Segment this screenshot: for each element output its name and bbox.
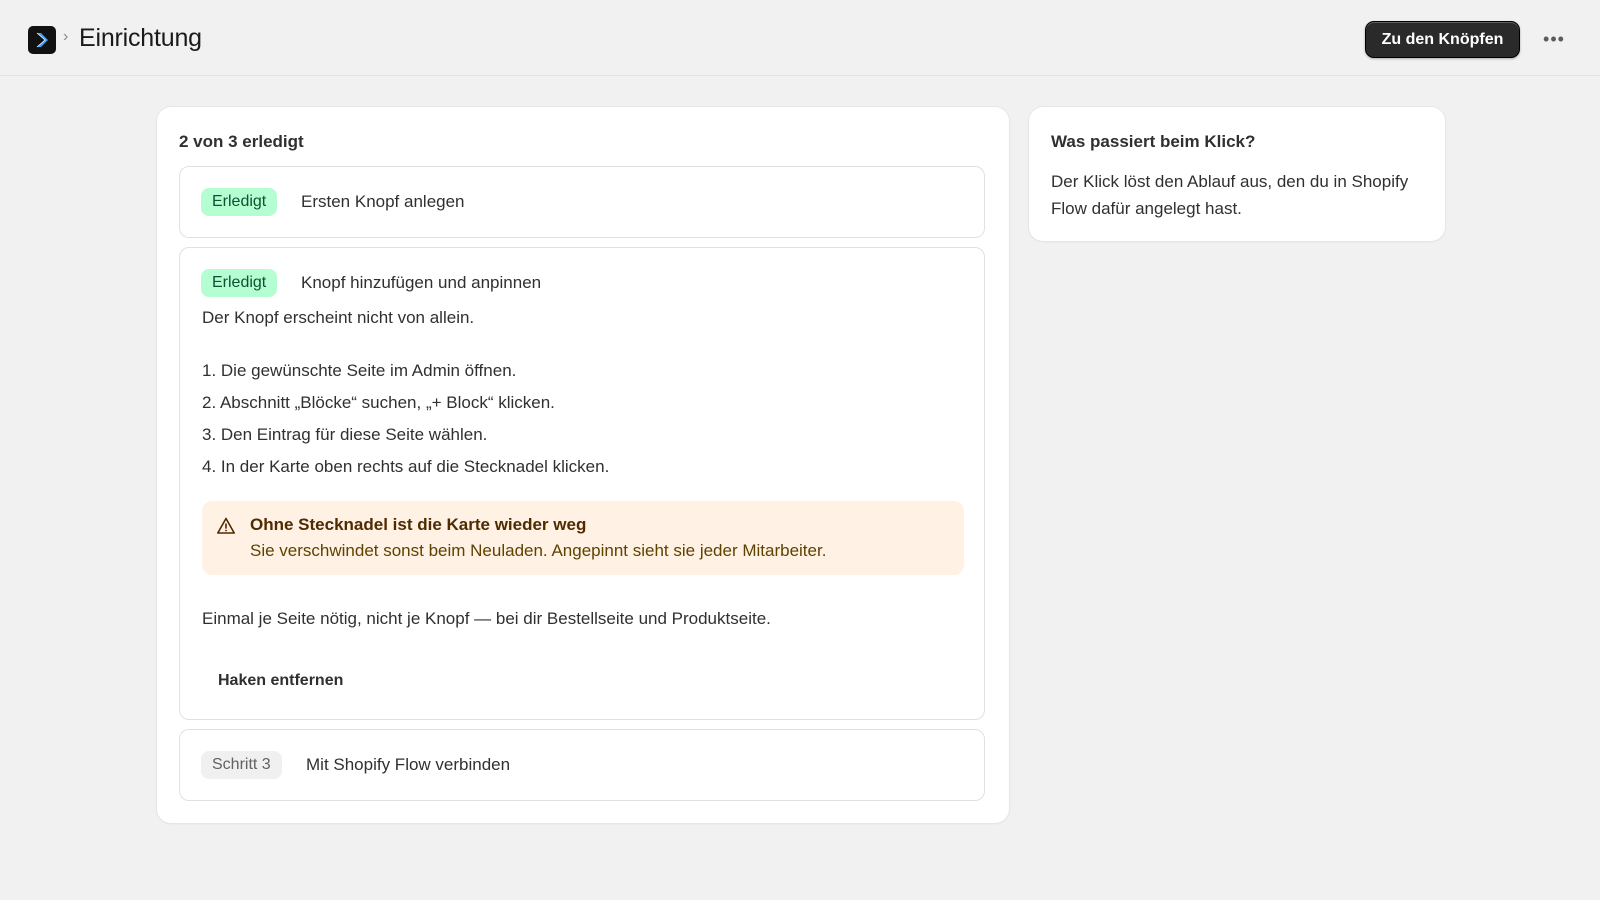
warning-text: Sie verschwindet sonst beim Neuladen. An…	[250, 541, 827, 560]
list-item: 4. In der Karte oben rechts auf die Stec…	[202, 457, 610, 476]
status-badge: Erledigt	[201, 269, 278, 297]
page-title: Einrichtung	[79, 24, 202, 52]
instruction-list: 1. Die gewünschte Seite im Admin öffnen.…	[202, 361, 609, 489]
remove-check-button[interactable]: Haken entfernen	[218, 672, 343, 690]
setup-card: 2 von 3 erledigt Erledigt Ersten Knopf a…	[157, 107, 1009, 823]
warning-banner: Ohne Stecknadel ist die Karte wieder weg…	[202, 501, 964, 575]
step-title: Knopf hinzufügen und anpinnen	[301, 273, 542, 292]
step-number-badge: Schritt 3	[201, 751, 282, 779]
info-card: Was passiert beim Klick? Der Klick löst …	[1029, 107, 1445, 241]
app-logo[interactable]	[28, 26, 56, 54]
setup-step-2: Erledigt Knopf hinzufügen und anpinnen D…	[179, 247, 985, 720]
status-badge: Erledigt	[201, 188, 278, 216]
warning-icon	[217, 517, 235, 534]
info-title: Was passiert beim Klick?	[1051, 132, 1256, 151]
setup-step-1[interactable]: Erledigt Ersten Knopf anlegen	[179, 166, 985, 238]
warning-title: Ohne Stecknadel ist die Karte wieder weg	[250, 515, 587, 534]
go-to-buttons-button[interactable]: Zu den Knöpfen	[1365, 21, 1520, 58]
breadcrumb-separator-icon: ›	[63, 28, 69, 45]
list-item: 3. Den Eintrag für diese Seite wählen.	[202, 425, 488, 444]
list-item: 2. Abschnitt „Blöcke“ suchen, „+ Block“ …	[202, 393, 555, 412]
step-note: Einmal je Seite nötig, nicht je Knopf — …	[202, 609, 771, 628]
list-item: 1. Die gewünschte Seite im Admin öffnen.	[202, 361, 517, 380]
setup-step-3[interactable]: Schritt 3 Mit Shopify Flow verbinden	[179, 729, 985, 801]
setup-progress: 2 von 3 erledigt	[179, 132, 304, 151]
top-bar: › Einrichtung Zu den Knöpfen •••	[0, 0, 1600, 76]
info-text: Der Klick löst den Ablauf aus, den du in…	[1051, 172, 1409, 218]
step-title: Mit Shopify Flow verbinden	[306, 755, 511, 774]
more-actions-icon[interactable]: •••	[1540, 27, 1568, 51]
step-title: Ersten Knopf anlegen	[301, 192, 465, 211]
step-intro: Der Knopf erscheint nicht von allein.	[202, 308, 475, 327]
chevron-right-icon	[36, 32, 48, 48]
